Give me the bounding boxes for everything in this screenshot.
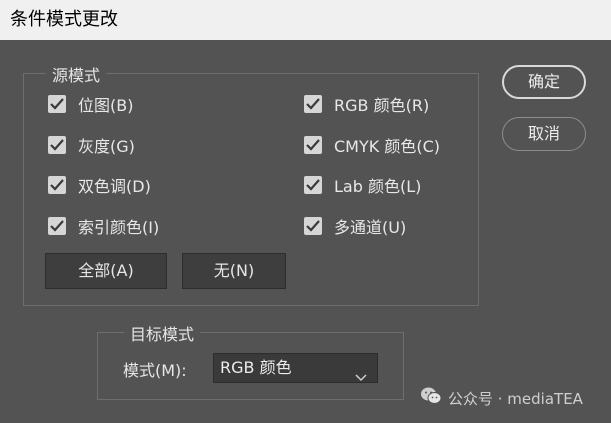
checkbox-bitmap[interactable]: 位图(B) (48, 92, 133, 116)
checkbox-multichannel[interactable]: 多通道(U) (304, 214, 406, 238)
checkbox-duotone[interactable]: 双色调(D) (48, 173, 151, 197)
source-mode-legend: 源模式 (46, 62, 107, 86)
checkbox-label: 位图(B) (78, 96, 134, 115)
select-all-button[interactable]: 全部(A) (45, 253, 167, 289)
dialog-title: 条件模式更改 (10, 9, 118, 30)
checkbox-lab-color[interactable]: Lab 颜色(L) (304, 173, 421, 197)
checkbox-label: 索引颜色(I) (78, 218, 160, 237)
checkbox-checked-icon (304, 136, 322, 154)
mode-label: 模式(M): (123, 361, 187, 380)
checkbox-checked-icon (48, 136, 66, 154)
cancel-button[interactable]: 取消 (502, 117, 586, 151)
select-none-button[interactable]: 无(N) (182, 253, 286, 289)
checkbox-indexed-color[interactable]: 索引颜色(I) (48, 214, 159, 238)
checkbox-label: 双色调(D) (78, 177, 151, 196)
checkbox-label: CMYK 颜色(C) (334, 137, 440, 156)
checkbox-rgb-color[interactable]: RGB 颜色(R) (304, 92, 429, 116)
watermark: 公众号 · mediaTEA (420, 386, 583, 410)
wechat-icon (420, 386, 442, 410)
chevron-down-icon (355, 363, 367, 391)
checkbox-checked-icon (48, 176, 66, 194)
checkbox-checked-icon (304, 95, 322, 113)
checkbox-checked-icon (48, 217, 66, 235)
checkbox-label: 多通道(U) (334, 218, 407, 237)
target-mode-value: RGB 颜色 (220, 358, 292, 377)
dialog-title-bar: 条件模式更改 (0, 0, 611, 40)
target-mode-select[interactable]: RGB 颜色 (213, 353, 378, 383)
checkbox-checked-icon (304, 217, 322, 235)
watermark-text: 公众号 · mediaTEA (448, 389, 583, 408)
target-mode-legend: 目标模式 (124, 321, 201, 345)
ok-button[interactable]: 确定 (502, 65, 586, 99)
checkbox-cmyk-color[interactable]: CMYK 颜色(C) (304, 133, 440, 157)
checkbox-label: RGB 颜色(R) (334, 96, 430, 115)
checkbox-label: Lab 颜色(L) (334, 177, 422, 196)
checkbox-grayscale[interactable]: 灰度(G) (48, 133, 135, 157)
checkbox-checked-icon (304, 176, 322, 194)
checkbox-checked-icon (48, 95, 66, 113)
checkbox-label: 灰度(G) (78, 137, 135, 156)
